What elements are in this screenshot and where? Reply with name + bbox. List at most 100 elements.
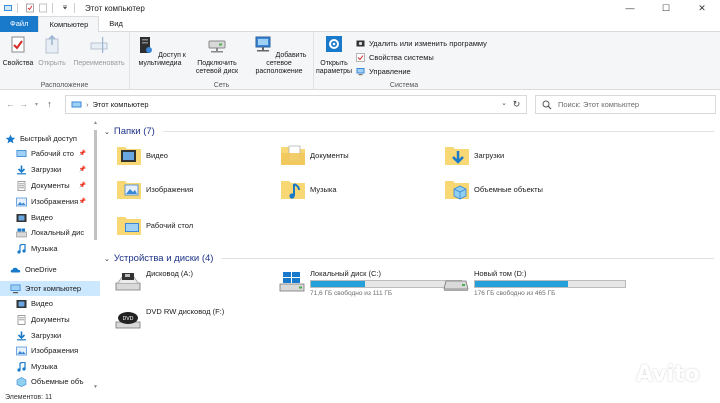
3d-objects-folder-icon	[445, 181, 469, 200]
maximize-button[interactable]: ☐	[648, 0, 684, 16]
nav-onedrive-label: OneDrive	[25, 265, 57, 274]
qa-separator	[17, 3, 18, 13]
new-folder-qa-icon[interactable]	[38, 3, 48, 13]
drives-section-header[interactable]: ⌄ Устройства и диски (4)	[104, 253, 714, 264]
music-note-icon	[17, 361, 26, 372]
open-icon	[45, 34, 59, 54]
rename-button[interactable]: Переименовать	[70, 35, 128, 68]
drive-dvd-f[interactable]: DVD DVD RW дисковод (F:)	[114, 307, 264, 337]
nav-item-pictures[interactable]: Изображения 📌	[0, 194, 100, 209]
address-dropdown-chevron-icon[interactable]: ⌄	[501, 99, 507, 107]
nav-item-label: Видео	[31, 299, 53, 308]
search-icon	[542, 100, 552, 109]
ribbon-group-network-label: Сеть	[213, 82, 230, 89]
folder-pictures[interactable]: Изображения	[116, 177, 193, 201]
system-properties-button[interactable]: Свойства системы	[356, 50, 487, 64]
system-properties-icon	[356, 52, 365, 62]
nav-pc-item-pictures[interactable]: Изображения	[0, 343, 100, 358]
content-pane: ⌄ Папки (7) Видео Документы Загрузки Изо…	[100, 117, 720, 392]
window-app-icon[interactable]	[3, 3, 13, 13]
address-path[interactable]: Этот компьютер	[93, 100, 149, 109]
drive-name: DVD RW дисковод (F:)	[146, 307, 225, 316]
open-button[interactable]: Открыть	[36, 34, 68, 68]
path-separator-chevron-icon[interactable]: ›	[86, 100, 89, 109]
pin-icon[interactable]: 📌	[79, 150, 86, 157]
refresh-icon[interactable]: ↻	[510, 98, 523, 111]
properties-qa-icon[interactable]	[25, 3, 35, 13]
pictures-icon	[16, 197, 27, 206]
drive-name: Локальный диск (C:)	[310, 269, 381, 278]
nav-item-desktop[interactable]: Рабочий сто 📌	[0, 146, 100, 161]
minimize-button[interactable]: —	[612, 0, 648, 16]
collapse-chevron-icon[interactable]: ⌄	[104, 255, 110, 263]
forward-arrow-icon[interactable]: →	[17, 99, 30, 109]
music-note-icon	[17, 243, 26, 254]
nav-quick-access-label: Быстрый доступ	[20, 134, 77, 143]
dvd-drive-icon: DVD	[115, 312, 141, 329]
nav-pc-item-3d-objects[interactable]: Объемные объ	[0, 374, 100, 389]
folder-documents[interactable]: Документы	[280, 143, 349, 167]
nav-item-music[interactable]: Музыка	[0, 241, 100, 256]
folders-section-header[interactable]: ⌄ Папки (7)	[104, 126, 714, 137]
scroll-up-arrow-icon[interactable]: ▲	[93, 120, 98, 126]
nav-item-video[interactable]: Видео	[0, 210, 100, 225]
download-arrow-icon	[17, 331, 26, 340]
nav-onedrive[interactable]: OneDrive	[0, 262, 100, 277]
onedrive-cloud-icon	[10, 267, 21, 272]
close-button[interactable]: ✕	[684, 0, 720, 16]
folder-desktop[interactable]: Рабочий стол	[116, 213, 193, 237]
hard-drive-icon	[443, 280, 469, 291]
tab-view[interactable]: Вид	[99, 16, 133, 32]
collapse-chevron-icon[interactable]: ⌄	[104, 128, 110, 136]
nav-item-label: Загрузки	[31, 331, 62, 340]
nav-pc-item-documents[interactable]: Документы	[0, 312, 100, 327]
pin-icon[interactable]: 📌	[79, 166, 86, 173]
customize-qa-icon[interactable]	[60, 3, 70, 13]
open-settings-button[interactable]: Открыть параметры	[314, 35, 354, 76]
manage-label: Управление	[369, 66, 411, 76]
search-input[interactable]: Поиск: Этот компьютер	[535, 95, 716, 114]
items-count: Элементов: 11	[5, 394, 53, 401]
tab-computer[interactable]: Компьютер	[38, 16, 100, 33]
section-divider	[221, 258, 714, 259]
nav-this-pc[interactable]: Этот компьютер	[0, 281, 100, 296]
folder-3d-objects[interactable]: Объемные объекты	[444, 177, 543, 201]
desktop-folder-icon	[117, 217, 141, 235]
nav-item-label: Изображения	[31, 197, 79, 206]
map-drive-button[interactable]: Подключить сетевой диск	[188, 35, 246, 76]
drive-new-volume-d[interactable]: Новый том (D:) 176 ГБ свободно из 465 ГБ	[442, 269, 632, 303]
manage-button[interactable]: Управление	[356, 64, 487, 78]
nav-item-local-disk[interactable]: Локальный дис	[0, 225, 100, 240]
folder-music[interactable]: Музыка	[280, 177, 337, 201]
uninstall-program-button[interactable]: Удалить или изменить программу	[356, 36, 487, 50]
address-input[interactable]: › Этот компьютер ⌄ ↻	[65, 95, 527, 114]
add-network-location-label: Добавить сетевое расположение	[255, 52, 307, 75]
recent-locations-chevron-icon[interactable]: ▾	[30, 101, 43, 108]
nav-pane-scrollbar[interactable]: ▲ ▼	[92, 117, 99, 392]
nav-item-documents[interactable]: Документы 📌	[0, 178, 100, 193]
tab-file[interactable]: Файл	[0, 16, 39, 32]
drive-floppy-a[interactable]: Дисковод (A:)	[114, 269, 264, 299]
up-arrow-icon[interactable]: ↑	[43, 99, 56, 109]
nav-quick-access[interactable]: Быстрый доступ	[0, 131, 100, 146]
scrollbar-thumb[interactable]	[94, 130, 97, 240]
drive-local-c[interactable]: Локальный диск (C:) 71,6 ГБ свободно из …	[278, 269, 468, 303]
folder-label: Загрузки	[474, 150, 505, 160]
nav-item-downloads[interactable]: Загрузки 📌	[0, 162, 100, 177]
floppy-drive-icon	[115, 273, 141, 291]
nav-item-label: Загрузки	[31, 165, 62, 174]
nav-pc-item-music[interactable]: Музыка	[0, 359, 100, 374]
add-network-location-button[interactable]: Добавить сетевое расположение	[246, 35, 312, 76]
folder-label: Видео	[146, 150, 168, 160]
media-access-button[interactable]: Доступ к мультимедиа	[132, 35, 188, 68]
back-arrow-icon[interactable]: ←	[4, 99, 17, 109]
scroll-down-arrow-icon[interactable]: ▼	[93, 384, 98, 390]
properties-button[interactable]: Свойства	[2, 35, 34, 68]
folder-downloads[interactable]: Загрузки	[444, 143, 504, 167]
pin-icon[interactable]: 📌	[79, 182, 86, 189]
search-placeholder: Поиск: Этот компьютер	[558, 100, 640, 109]
nav-pc-item-video[interactable]: Видео	[0, 296, 100, 311]
pin-icon[interactable]: 📌	[79, 198, 86, 205]
folder-video[interactable]: Видео	[116, 143, 168, 167]
nav-pc-item-downloads[interactable]: Загрузки	[0, 328, 100, 343]
